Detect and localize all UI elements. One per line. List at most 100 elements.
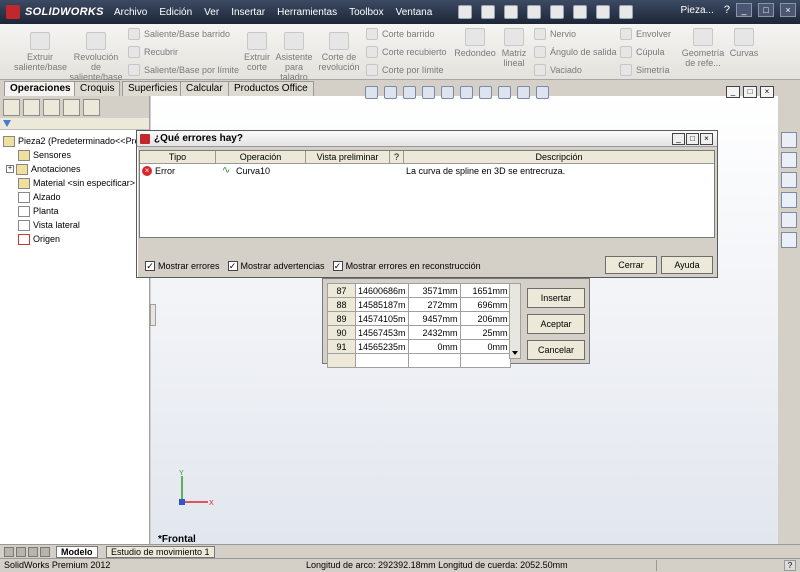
curvas-button[interactable]: Curvas [728, 28, 760, 58]
simetria-button[interactable]: Simetría [620, 64, 670, 76]
expand-icon[interactable]: + [6, 165, 14, 173]
doc-close-button[interactable]: × [760, 86, 774, 98]
mostrar-errores-reconstruccion-checkbox[interactable]: ✓ Mostrar errores en reconstrucción [332, 261, 481, 271]
corte-recubierto-button[interactable]: Corte recubierto [366, 46, 447, 58]
feature-filter[interactable] [0, 118, 149, 130]
tab-croquis[interactable]: Croquis [74, 81, 121, 96]
view-orientation-icon[interactable] [441, 86, 454, 99]
insertar-button[interactable]: Insertar [527, 288, 585, 308]
error-row[interactable]: × Error ∿ Curva10 La curva de spline en 3D… [140, 164, 714, 178]
dialog-maximize-button[interactable]: □ [686, 133, 699, 145]
table-row[interactable]: 88 14585187m 272mm 696mm [327, 297, 511, 312]
next-tab-nav-icon[interactable] [28, 547, 38, 557]
mostrar-advertencias-checkbox[interactable]: ✓ Mostrar advertencias [227, 261, 325, 271]
angulo-salida-button[interactable]: Ángulo de salida [534, 46, 617, 58]
zoom-area-icon[interactable] [384, 86, 397, 99]
view-settings-icon[interactable] [536, 86, 549, 99]
points-table-scrollbar[interactable] [509, 283, 521, 359]
saliente-limite-button[interactable]: Saliente/Base por límite [128, 64, 239, 76]
display-manager-tab-icon[interactable] [83, 99, 100, 116]
status-help-icon[interactable]: ? [784, 560, 796, 571]
save-icon[interactable] [504, 5, 519, 19]
aceptar-button[interactable]: Aceptar [527, 314, 585, 334]
envolver-button[interactable]: Envolver [620, 28, 671, 40]
tab-estudio-movimiento[interactable]: Estudio de movimiento 1 [106, 546, 215, 558]
doc-restore-button[interactable]: □ [743, 86, 757, 98]
panel-splitter-handle[interactable] [150, 304, 156, 326]
tree-item-vista-lateral[interactable]: Vista lateral [0, 218, 149, 232]
previous-view-icon[interactable] [403, 86, 416, 99]
hide-show-items-icon[interactable] [479, 86, 492, 99]
column-vista-preliminar[interactable]: Vista preliminar [306, 151, 390, 163]
property-manager-tab-icon[interactable] [23, 99, 40, 116]
file-explorer-icon[interactable] [781, 172, 797, 188]
dialog-minimize-button[interactable]: _ [672, 133, 685, 145]
menu-insertar[interactable]: Insertar [225, 7, 271, 18]
dialog-close-button[interactable]: × [700, 133, 713, 145]
custom-properties-icon[interactable] [781, 232, 797, 248]
configuration-manager-tab-icon[interactable] [43, 99, 60, 116]
view-palette-icon[interactable] [781, 192, 797, 208]
corte-limite-button[interactable]: Corte por límite [366, 64, 444, 76]
design-library-icon[interactable] [781, 152, 797, 168]
menu-ver[interactable]: Ver [198, 7, 225, 18]
select-icon[interactable] [573, 5, 588, 19]
cancelar-button[interactable]: Cancelar [527, 340, 585, 360]
tree-root[interactable]: Pieza2 (Predeterminado<<Pre [0, 134, 149, 148]
cupula-button[interactable]: Cúpula [620, 46, 665, 58]
last-tab-nav-icon[interactable] [40, 547, 50, 557]
tree-item-anotaciones[interactable]: + Anotaciones [0, 162, 149, 176]
section-view-icon[interactable] [422, 86, 435, 99]
apply-scene-icon[interactable] [517, 86, 530, 99]
tree-item-alzado[interactable]: Alzado [0, 190, 149, 204]
cerrar-button[interactable]: Cerrar [605, 256, 657, 274]
geometria-referencia-button[interactable]: Geometría de refe... [680, 28, 726, 68]
table-row[interactable]: 91 14565235m 0mm 0mm [327, 339, 511, 354]
new-document-icon[interactable] [458, 5, 473, 19]
rebuild-icon[interactable] [596, 5, 611, 19]
table-row[interactable]: 90 14567453m 2432mm 25mm [327, 325, 511, 340]
undo-icon[interactable] [550, 5, 565, 19]
recubrir-button[interactable]: Recubrir [128, 46, 178, 58]
mostrar-errores-checkbox[interactable]: ✓ Mostrar errores [145, 261, 220, 271]
solidworks-logo[interactable]: SOLIDWORKS [0, 5, 108, 19]
table-row-empty[interactable] [327, 353, 511, 368]
tree-item-planta[interactable]: Planta [0, 204, 149, 218]
asistente-taladro-button[interactable]: Asistente para taladro [274, 32, 314, 82]
scroll-down-icon[interactable] [512, 351, 518, 355]
tree-item-material[interactable]: Material <sin especificar> [0, 176, 149, 190]
extruir-saliente-button[interactable]: Extruir saliente/base [14, 32, 67, 72]
feature-manager-tab-icon[interactable] [3, 99, 20, 116]
tree-item-origen[interactable]: Origen [0, 232, 149, 246]
close-window-button[interactable]: × [780, 3, 796, 17]
column-tipo[interactable]: Tipo [140, 151, 216, 163]
revolucion-saliente-button[interactable]: Revolución de saliente/base [68, 32, 124, 82]
table-row[interactable]: 87 14600686m 3571mm 1651mm [327, 283, 511, 298]
redondeo-button[interactable]: Redondeo [452, 28, 498, 58]
options-icon[interactable] [619, 5, 634, 19]
zoom-to-fit-icon[interactable] [365, 86, 378, 99]
display-style-icon[interactable] [460, 86, 473, 99]
dialog-title-bar[interactable]: ¿Qué errores hay? [137, 131, 717, 147]
tree-item-sensores[interactable]: Sensores [0, 148, 149, 162]
tab-productos-office[interactable]: Productos Office [228, 81, 314, 96]
saliente-barrido-button[interactable]: Saliente/Base barrido [128, 28, 230, 40]
doc-minimize-button[interactable]: _ [726, 86, 740, 98]
appearances-icon[interactable] [781, 212, 797, 228]
edit-appearance-icon[interactable] [498, 86, 511, 99]
menu-ventana[interactable]: Ventana [390, 7, 439, 18]
help-icon[interactable]: ? [724, 4, 730, 16]
menu-toolbox[interactable]: Toolbox [343, 7, 389, 18]
tab-operaciones[interactable]: Operaciones [4, 81, 77, 96]
print-icon[interactable] [527, 5, 542, 19]
minimize-window-button[interactable]: _ [736, 3, 752, 17]
menu-herramientas[interactable]: Herramientas [271, 7, 343, 18]
extruir-corte-button[interactable]: Extruir corte [240, 32, 274, 72]
prev-tab-nav-icon[interactable] [16, 547, 26, 557]
tab-modelo[interactable]: Modelo [56, 546, 98, 558]
corte-barrido-button[interactable]: Corte barrido [366, 28, 435, 40]
dimxpert-manager-tab-icon[interactable] [63, 99, 80, 116]
corte-revolucion-button[interactable]: Corte de revolución [316, 32, 362, 72]
first-tab-nav-icon[interactable] [4, 547, 14, 557]
matriz-lineal-button[interactable]: Matriz lineal [500, 28, 528, 68]
